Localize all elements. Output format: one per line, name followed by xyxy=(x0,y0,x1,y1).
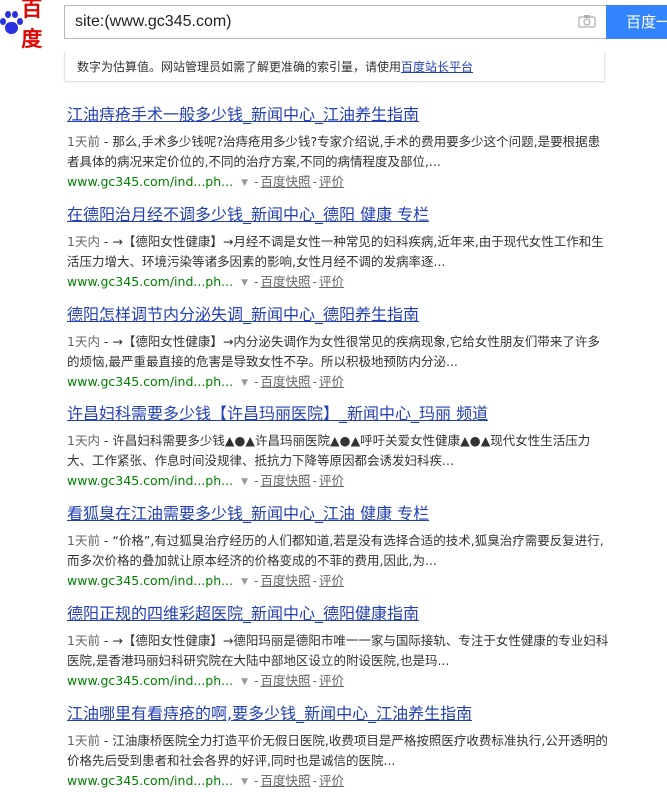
result-title-link[interactable]: 德阳怎样调节内分泌失调_新闻中心_德阳养生指南 xyxy=(67,304,612,326)
result-meta: www.gc345.com/ind...ph... ▼ - 百度快照 - 评价 xyxy=(67,172,612,193)
tip-text: 数字为估算值。网站管理员如需了解更准确的索引量，请使用 xyxy=(77,60,402,74)
result-abstract: 1天内 - →【德阳女性健康】→月经不调是女性一种常见的妇科疾病,近年来,由于现… xyxy=(67,232,612,272)
dropdown-arrow-icon[interactable]: ▼ xyxy=(241,577,248,587)
separator: - xyxy=(312,374,318,389)
result-abstract: 1天前 - 那么,手术多少钱呢?治痔疮用多少钱?专家介绍说,手术的费用要多少这个… xyxy=(67,132,612,172)
result-abstract-text: - “价格”,有过狐臭治疗经历的人们都知道,若是没有选择合适的技术,狐臭治疗需要… xyxy=(67,533,604,568)
result-item: 看狐臭在江油需要多少钱_新闻中心_江油 健康 专栏 1天前 - “价格”,有过狐臭… xyxy=(67,503,612,592)
review-link[interactable]: 评价 xyxy=(319,374,344,389)
separator: - xyxy=(254,174,259,189)
result-abstract: 1天前 - 江油康桥医院全力打造平价无假日医院,收费项目是严格按照医疗收费标准执… xyxy=(67,731,612,771)
camera-icon[interactable] xyxy=(578,14,596,28)
review-link[interactable]: 评价 xyxy=(319,573,344,588)
result-url[interactable]: www.gc345.com/ind...ph... xyxy=(67,274,233,289)
result-title-link[interactable]: 在德阳治月经不调多少钱_新闻中心_德阳 健康 专栏 xyxy=(67,204,612,226)
separator: - xyxy=(312,573,318,588)
separator: - xyxy=(312,673,318,688)
result-url[interactable]: www.gc345.com/ind...ph... xyxy=(67,573,233,588)
separator: - xyxy=(254,573,259,588)
result-title-link[interactable]: 看狐臭在江油需要多少钱_新闻中心_江油 健康 专栏 xyxy=(67,503,612,525)
result-meta: www.gc345.com/ind...ph... ▼ - 百度快照 - 评价 xyxy=(67,372,612,393)
result-url[interactable]: www.gc345.com/ind...ph... xyxy=(67,473,233,488)
snapshot-link[interactable]: 百度快照 xyxy=(261,374,311,389)
result-title-link[interactable]: 江油痔疮手术一般多少钱_新闻中心_江油养生指南 xyxy=(67,104,612,126)
separator: - xyxy=(254,274,259,289)
result-meta: www.gc345.com/ind...ph... ▼ - 百度快照 - 评价 xyxy=(67,571,612,592)
search-box xyxy=(64,5,606,39)
index-tip: 数字为估算值。网站管理员如需了解更准确的索引量，请使用百度站长平台 xyxy=(64,52,605,82)
result-meta: www.gc345.com/ind...ph... ▼ - 百度快照 - 评价 xyxy=(67,771,612,792)
result-item: 江油哪里有看痔疮的啊,要多少钱_新闻中心_江油养生指南 1天前 - 江油康桥医院全… xyxy=(67,703,612,792)
result-title-link[interactable]: 江油哪里有看痔疮的啊,要多少钱_新闻中心_江油养生指南 xyxy=(67,703,612,725)
result-date: 1天内 xyxy=(67,433,100,448)
result-meta: www.gc345.com/ind...ph... ▼ - 百度快照 - 评价 xyxy=(67,272,612,293)
result-date: 1天前 xyxy=(67,733,100,748)
review-link[interactable]: 评价 xyxy=(319,673,344,688)
dropdown-arrow-icon[interactable]: ▼ xyxy=(241,178,248,188)
result-title-link[interactable]: 德阳正规的四维彩超医院_新闻中心_德阳健康指南 xyxy=(67,603,612,625)
result-abstract: 1天内 - 许昌妇科需要多少钱▲●▲许昌玛丽医院▲●▲呼吁关爱女性健康▲●▲现代… xyxy=(67,431,612,471)
review-link[interactable]: 评价 xyxy=(319,174,344,189)
result-meta: www.gc345.com/ind...ph... ▼ - 百度快照 - 评价 xyxy=(67,471,612,492)
separator: - xyxy=(312,174,318,189)
snapshot-link[interactable]: 百度快照 xyxy=(261,274,311,289)
review-link[interactable]: 评价 xyxy=(319,473,344,488)
result-item: 德阳正规的四维彩超医院_新闻中心_德阳健康指南 1天前 - →【德阳女性健康】→德… xyxy=(67,603,612,692)
result-abstract: 1天前 - →【德阳女性健康】→德阳玛丽是德阳市唯一一家与国际接轨、专注于女性健… xyxy=(67,631,612,671)
result-abstract-text: - 许昌妇科需要多少钱▲●▲许昌玛丽医院▲●▲呼吁关爱女性健康▲●▲现代女性生活… xyxy=(67,433,591,468)
result-url[interactable]: www.gc345.com/ind...ph... xyxy=(67,374,233,389)
result-item: 德阳怎样调节内分泌失调_新闻中心_德阳养生指南 1天内 - →【德阳女性健康】→内… xyxy=(67,304,612,393)
result-abstract-text: - →【德阳女性健康】→德阳玛丽是德阳市唯一一家与国际接轨、专注于女性健康的专业… xyxy=(67,633,609,668)
result-abstract-text: - 那么,手术多少钱呢?治痔疮用多少钱?专家介绍说,手术的费用要多少这个问题,是… xyxy=(67,134,601,169)
snapshot-link[interactable]: 百度快照 xyxy=(261,773,311,788)
result-date: 1天前 xyxy=(67,533,100,548)
dropdown-arrow-icon[interactable]: ▼ xyxy=(241,777,248,787)
result-abstract-text: - →【德阳女性健康】→内分泌失调作为女性很常见的疾病现象,它给女性朋友们带来了… xyxy=(67,334,600,369)
result-date: 1天前 xyxy=(67,633,100,648)
dropdown-arrow-icon[interactable]: ▼ xyxy=(241,677,248,687)
separator: - xyxy=(254,673,259,688)
separator: - xyxy=(254,374,259,389)
webmaster-platform-link[interactable]: 百度站长平台 xyxy=(401,60,473,74)
header: 百度 百度一下 xyxy=(0,0,667,65)
separator: - xyxy=(312,274,318,289)
result-item: 许昌妇科需要多少钱【许昌玛丽医院】_新闻中心_玛丽 频道 1天内 - 许昌妇科需要… xyxy=(67,403,612,492)
search-button[interactable]: 百度一下 xyxy=(606,5,667,65)
dropdown-arrow-icon[interactable]: ▼ xyxy=(241,278,248,288)
result-url[interactable]: www.gc345.com/ind...ph... xyxy=(67,673,233,688)
result-url[interactable]: www.gc345.com/ind...ph... xyxy=(67,773,233,788)
separator: - xyxy=(312,473,318,488)
dropdown-arrow-icon[interactable]: ▼ xyxy=(241,378,248,388)
result-meta: www.gc345.com/ind...ph... ▼ - 百度快照 - 评价 xyxy=(67,671,612,692)
dropdown-arrow-icon[interactable]: ▼ xyxy=(241,477,248,487)
result-item: 江油痔疮手术一般多少钱_新闻中心_江油养生指南 1天前 - 那么,手术多少钱呢?治… xyxy=(67,104,612,193)
snapshot-link[interactable]: 百度快照 xyxy=(261,473,311,488)
result-abstract-text: - 江油康桥医院全力打造平价无假日医院,收费项目是严格按照医疗收费标准执行,公开… xyxy=(67,733,608,768)
snapshot-link[interactable]: 百度快照 xyxy=(261,573,311,588)
result-title-link[interactable]: 许昌妇科需要多少钱【许昌玛丽医院】_新闻中心_玛丽 频道 xyxy=(67,403,612,425)
result-abstract: 1天内 - →【德阳女性健康】→内分泌失调作为女性很常见的疾病现象,它给女性朋友… xyxy=(67,332,612,372)
result-date: 1天前 xyxy=(67,134,100,149)
review-link[interactable]: 评价 xyxy=(319,274,344,289)
snapshot-link[interactable]: 百度快照 xyxy=(261,174,311,189)
snapshot-link[interactable]: 百度快照 xyxy=(261,673,311,688)
result-date: 1天内 xyxy=(67,334,100,349)
separator: - xyxy=(254,773,259,788)
result-abstract-text: - →【德阳女性健康】→月经不调是女性一种常见的妇科疾病,近年来,由于现代女性工… xyxy=(67,234,604,269)
separator: - xyxy=(254,473,259,488)
separator: - xyxy=(312,773,318,788)
baidu-logo[interactable]: 百度 xyxy=(0,0,60,51)
result-url[interactable]: www.gc345.com/ind...ph... xyxy=(67,174,233,189)
logo-text: 百度 xyxy=(21,0,43,51)
result-item: 在德阳治月经不调多少钱_新闻中心_德阳 健康 专栏 1天内 - →【德阳女性健康】… xyxy=(67,204,612,293)
result-abstract: 1天前 - “价格”,有过狐臭治疗经历的人们都知道,若是没有选择合适的技术,狐臭… xyxy=(67,531,612,571)
search-input[interactable] xyxy=(75,6,555,38)
review-link[interactable]: 评价 xyxy=(319,773,344,788)
baidu-paw-logo-icon xyxy=(0,11,23,35)
result-date: 1天内 xyxy=(67,234,100,249)
